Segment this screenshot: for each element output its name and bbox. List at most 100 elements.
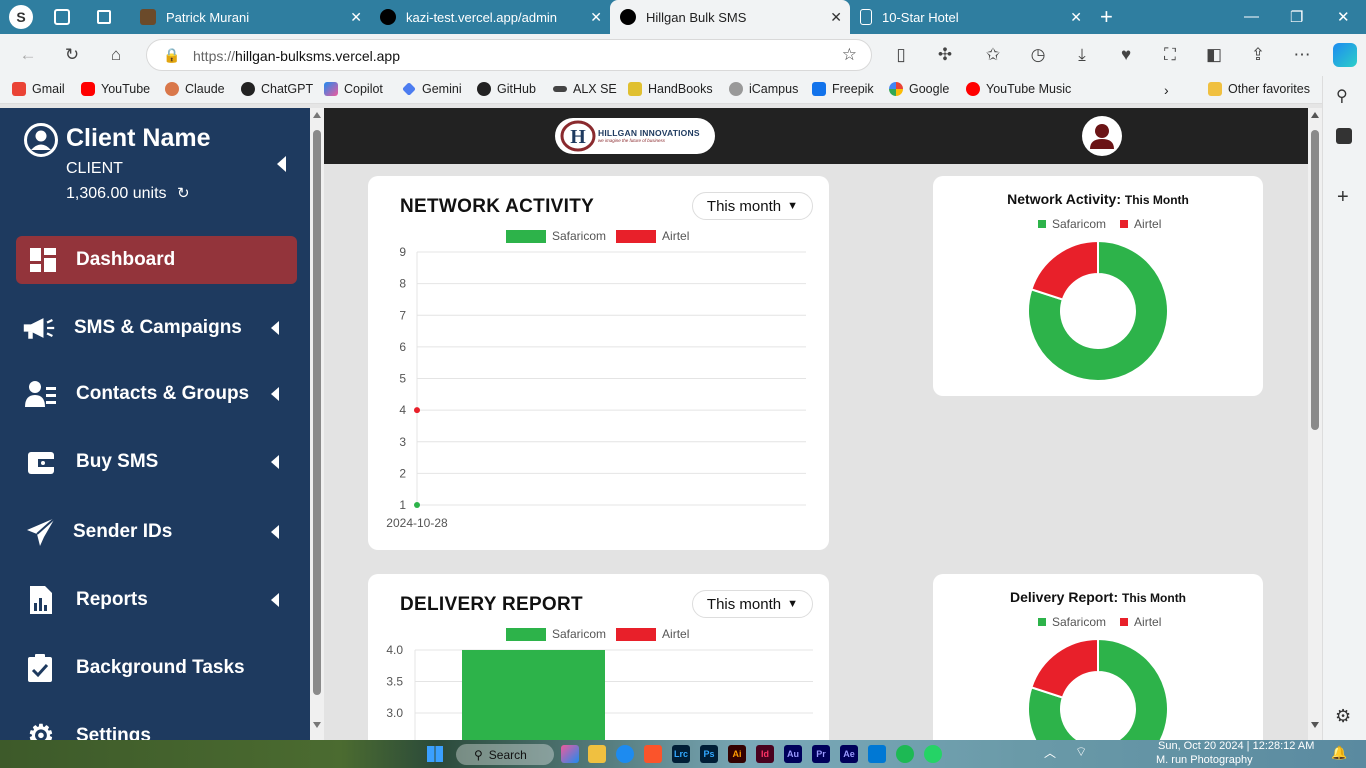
tab-10-star-hotel[interactable]: 10-Star Hotel ✕ [850, 0, 1090, 34]
expand-caret-icon [271, 321, 279, 335]
back-icon[interactable]: ← [17, 44, 39, 66]
refresh-icon[interactable]: ↻ [61, 44, 83, 66]
history-icon[interactable]: ◷ [1027, 44, 1049, 66]
share-icon[interactable]: ⇪ [1247, 44, 1269, 66]
split-screen-icon[interactable]: ◧ [1203, 44, 1225, 66]
tab-kazi-admin[interactable]: kazi-test.vercel.app/admin ✕ [370, 0, 610, 34]
scroll-up-icon[interactable] [313, 112, 321, 118]
scroll-down-icon[interactable] [313, 722, 321, 728]
spotify-icon[interactable] [896, 745, 914, 763]
hillgan-logo[interactable]: H HILLGAN INNOVATIONS we imagine the fut… [555, 118, 715, 154]
brave-icon[interactable] [644, 745, 662, 763]
notification-bell-icon[interactable]: 🔔 [1331, 745, 1347, 761]
scroll-up-icon[interactable] [1311, 112, 1319, 118]
workspaces-icon[interactable] [54, 9, 70, 25]
bookmark-alx-se[interactable]: ALX SE [553, 82, 617, 96]
favorites-icon[interactable]: ✩ [982, 44, 1004, 66]
downloads-icon[interactable]: ⤓ [1071, 44, 1093, 66]
bookmark-youtube-music[interactable]: YouTube Music [966, 82, 1071, 96]
photoshop-icon[interactable]: Ps [700, 745, 718, 763]
bookmark-copilot[interactable]: Copilot [324, 82, 383, 96]
after-effects-icon[interactable]: Ae [840, 745, 858, 763]
minimize-icon[interactable]: — [1244, 8, 1259, 25]
bookmark-gemini[interactable]: Gemini [402, 82, 462, 96]
sidebar-item-sender-ids[interactable]: Sender IDs [16, 508, 297, 556]
main-scrollbar[interactable] [1308, 108, 1322, 740]
bookmark-icampus[interactable]: iCampus [729, 82, 798, 96]
wifi-icon[interactable]: ⌔ [1075, 744, 1087, 760]
refresh-units-icon[interactable]: ↻ [177, 185, 190, 202]
sidebar-item-dashboard[interactable]: Dashboard [16, 236, 297, 284]
url-host: hillgan-bulksms.vercel.app [235, 48, 400, 64]
edge-icon[interactable] [616, 745, 634, 763]
lightroom-icon[interactable]: Lrc [672, 745, 690, 763]
copilot-icon[interactable] [1333, 43, 1357, 67]
taskbar-search[interactable]: ⚲ Search [456, 744, 554, 765]
new-tab-button[interactable]: + [1100, 4, 1113, 30]
bookmark-handbooks[interactable]: HandBooks [628, 82, 713, 96]
bookmark-claude[interactable]: Claude [165, 82, 225, 96]
scroll-down-icon[interactable] [1311, 722, 1319, 728]
tray-chevron-icon[interactable]: ︿ [1044, 744, 1056, 761]
favorite-star-icon[interactable]: ☆ [842, 45, 857, 65]
lock-icon[interactable]: 🔒 [163, 47, 180, 64]
windows-start-icon[interactable] [427, 746, 443, 762]
data-point-airtel [414, 407, 420, 414]
address-bar[interactable]: 🔒 https://hillgan-bulksms.vercel.app ☆ [146, 39, 872, 71]
restore-icon[interactable]: ❐ [1290, 8, 1303, 26]
search-icon[interactable]: ⚲ [1336, 86, 1348, 106]
bookmark-google[interactable]: Google [889, 82, 949, 96]
tab-hillgan-bulk-sms[interactable]: Hillgan Bulk SMS ✕ [610, 0, 850, 34]
profile-avatar[interactable]: S [9, 5, 33, 29]
tasks-icon [24, 653, 58, 683]
bookmarks-overflow-icon[interactable]: › [1164, 82, 1169, 98]
sidebar-item-settings[interactable]: ⚙ Settings [16, 712, 297, 741]
user-avatar[interactable] [1082, 116, 1122, 156]
bookmark-gmail[interactable]: Gmail [12, 82, 65, 96]
indesign-icon[interactable]: Id [756, 745, 774, 763]
collapse-sidebar-icon[interactable] [277, 156, 286, 172]
more-menu-icon[interactable]: ⋯ [1291, 44, 1313, 66]
tab-actions-icon[interactable] [97, 10, 111, 24]
main-scroll-thumb[interactable] [1311, 130, 1319, 430]
health-icon[interactable]: ♥ [1115, 44, 1137, 66]
file-explorer-icon[interactable] [588, 745, 606, 763]
tab-patrick-murani[interactable]: Patrick Murani ✕ [130, 0, 370, 34]
sidebar-scrollbar[interactable] [310, 108, 324, 740]
illustrator-icon[interactable]: Ai [728, 745, 746, 763]
close-tab-icon[interactable]: ✕ [350, 9, 362, 26]
bookmark-freepik[interactable]: Freepik [812, 82, 874, 96]
home-icon[interactable]: ⌂ [105, 44, 127, 66]
wallpaper-credit: M. run Photography [1156, 754, 1253, 766]
sidebar-settings-icon[interactable]: ⚙ [1335, 706, 1351, 727]
sidebar-item-reports[interactable]: Reports [16, 576, 297, 624]
collections-icon[interactable]: ▯ [890, 44, 912, 66]
sidebar-scroll-thumb[interactable] [313, 130, 321, 695]
bookmark-youtube[interactable]: YouTube [81, 82, 150, 96]
close-window-icon[interactable]: ✕ [1337, 8, 1350, 26]
vscode-icon[interactable] [868, 745, 886, 763]
sidebar-item-contacts-groups[interactable]: Contacts & Groups [16, 370, 297, 418]
taskbar-clock[interactable]: Sun, Oct 20 2024 | 12:28:12 AM [1158, 740, 1314, 752]
extensions-icon[interactable]: ✣ [934, 44, 956, 66]
network-activity-line-chart: 9 8 7 6 5 4 3 2 1 2024-10-28 [386, 245, 806, 530]
bookmark-chatgpt[interactable]: ChatGPT [241, 82, 313, 96]
claude-icon [165, 82, 179, 96]
close-tab-icon[interactable]: ✕ [1070, 9, 1082, 26]
y-tick-label: 6 [399, 340, 406, 354]
bookmark-other-favorites[interactable]: Other favorites [1208, 82, 1310, 96]
sidebar-item-sms-campaigns[interactable]: SMS & Campaigns [16, 304, 297, 352]
screenshot-icon[interactable]: ⛶ [1159, 44, 1181, 66]
bookmark-github[interactable]: GitHub [477, 82, 536, 96]
close-tab-icon[interactable]: ✕ [590, 9, 602, 26]
expand-caret-icon [271, 455, 279, 469]
sidebar-item-buy-sms[interactable]: Buy SMS [16, 438, 297, 486]
close-tab-icon[interactable]: ✕ [830, 9, 842, 26]
premiere-icon[interactable]: Pr [812, 745, 830, 763]
whatsapp-icon[interactable] [924, 745, 942, 763]
copilot-taskbar-icon[interactable] [561, 745, 579, 763]
audition-icon[interactable]: Au [784, 745, 802, 763]
add-sidebar-app-icon[interactable]: + [1337, 186, 1349, 209]
sidebar-app-icon[interactable] [1336, 128, 1352, 144]
sidebar-item-background-tasks[interactable]: Background Tasks [16, 644, 297, 692]
